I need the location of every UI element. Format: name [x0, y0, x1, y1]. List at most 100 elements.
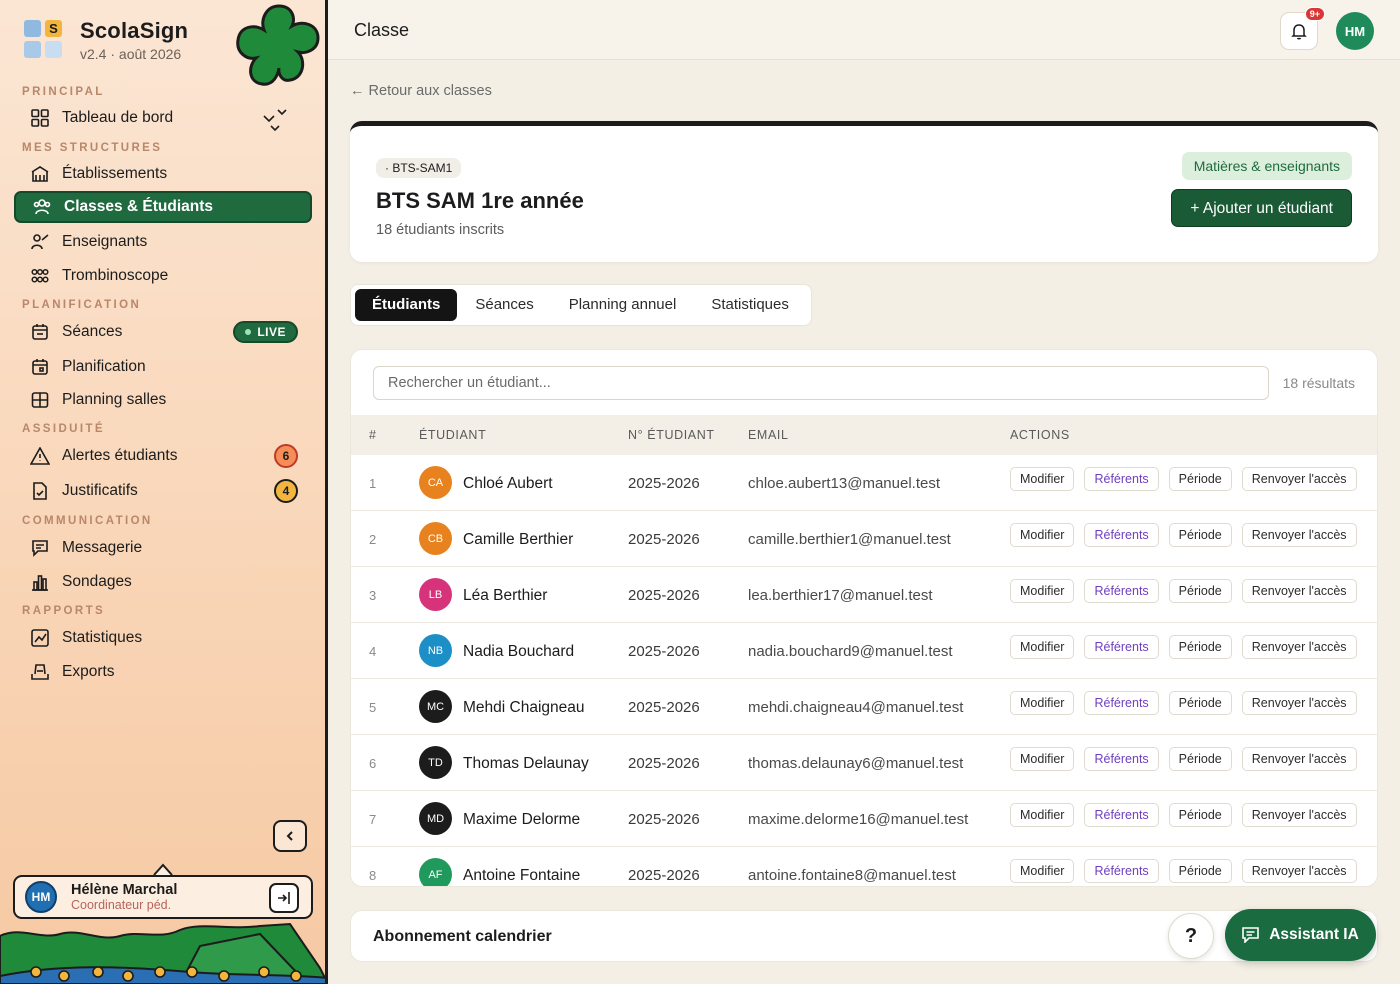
sidebar-item-sondages[interactable]: Sondages — [14, 566, 312, 598]
sidebar-item-seances[interactable]: Séances LIVE — [14, 316, 312, 348]
referents-button[interactable]: Référents — [1084, 803, 1159, 827]
sidebar-item-trombinoscope[interactable]: Trombinoscope — [14, 260, 312, 292]
tab-statistiques[interactable]: Statistiques — [694, 289, 806, 321]
sidebar-item-classes[interactable]: Classes & Étudiants — [14, 191, 312, 223]
student-name[interactable]: Mehdi Chaigneau — [463, 699, 585, 717]
help-button[interactable]: ? — [1168, 913, 1214, 959]
student-search-input[interactable] — [373, 366, 1269, 400]
tab-seances[interactable]: Séances — [458, 289, 550, 321]
resend-access-button[interactable]: Renvoyer l'accès — [1241, 859, 1357, 883]
edit-button[interactable]: Modifier — [1010, 691, 1075, 715]
sidebar-item-messagerie[interactable]: Messagerie — [14, 532, 312, 564]
col-header-email[interactable]: EMAIL — [748, 428, 789, 442]
ai-assistant-label: Assistant IA — [1269, 926, 1359, 943]
tab-planning-annuel[interactable]: Planning annuel — [552, 289, 694, 321]
resend-access-button[interactable]: Renvoyer l'accès — [1241, 579, 1357, 603]
period-button[interactable]: Période — [1168, 691, 1232, 715]
back-to-classes-link[interactable]: ← Retour aux classes — [350, 83, 492, 99]
referents-button[interactable]: Référents — [1084, 747, 1159, 771]
period-button[interactable]: Période — [1168, 523, 1232, 547]
student-id: 2025-2026 — [628, 643, 700, 660]
edit-button[interactable]: Modifier — [1010, 859, 1075, 883]
avatar: CB — [419, 522, 452, 555]
brand[interactable]: S ScolaSign v2.4 · août 2026 — [24, 18, 188, 62]
referents-button[interactable]: Référents — [1084, 635, 1159, 659]
sidebar-item-etablissements[interactable]: Établissements — [14, 158, 312, 190]
period-button[interactable]: Période — [1168, 635, 1232, 659]
student-name[interactable]: Camille Berthier — [463, 531, 573, 549]
referents-button[interactable]: Référents — [1084, 691, 1159, 715]
period-button[interactable]: Période — [1168, 467, 1232, 491]
resend-access-button[interactable]: Renvoyer l'accès — [1241, 747, 1357, 771]
resend-access-button[interactable]: Renvoyer l'accès — [1241, 523, 1357, 547]
student-email: thomas.delaunay6@manuel.test — [748, 755, 964, 772]
sidebar-item-planification[interactable]: Planification — [14, 351, 312, 383]
section-structures: MES STRUCTURES — [22, 142, 163, 154]
period-button[interactable]: Période — [1168, 803, 1232, 827]
sidebar-item-justificatifs[interactable]: Justificatifs 4 — [14, 475, 312, 507]
student-name[interactable]: Chloé Aubert — [463, 475, 553, 493]
ai-assistant-button[interactable]: Assistant IA — [1225, 909, 1376, 961]
student-id: 2025-2026 — [628, 755, 700, 772]
table-row[interactable]: 6 TD Thomas Delaunay 2025-2026 thomas.de… — [351, 735, 1377, 791]
grid-icon — [30, 108, 50, 128]
edit-button[interactable]: Modifier — [1010, 803, 1075, 827]
resend-access-button[interactable]: Renvoyer l'accès — [1241, 691, 1357, 715]
student-name[interactable]: Antoine Fontaine — [463, 867, 580, 885]
sidebar-item-statistiques[interactable]: Statistiques — [14, 622, 312, 654]
student-name[interactable]: Léa Berthier — [463, 587, 547, 605]
student-email: mehdi.chaigneau4@manuel.test — [748, 699, 964, 716]
sidebar-item-alertes[interactable]: Alertes étudiants 6 — [14, 440, 312, 472]
table-row[interactable]: 7 MD Maxime Delorme 2025-2026 maxime.del… — [351, 791, 1377, 847]
app-logo: S — [24, 20, 64, 60]
sidebar-item-label: Enseignants — [62, 233, 148, 250]
table-row[interactable]: 5 MC Mehdi Chaigneau 2025-2026 mehdi.cha… — [351, 679, 1377, 735]
row-actions: Modifier Référents Période Renvoyer l'ac… — [1010, 747, 1367, 771]
resend-access-button[interactable]: Renvoyer l'accès — [1241, 467, 1357, 491]
student-name[interactable]: Maxime Delorme — [463, 811, 580, 829]
col-header-student[interactable]: ÉTUDIANT — [419, 428, 486, 442]
table-row[interactable]: 8 AF Antoine Fontaine 2025-2026 antoine.… — [351, 847, 1377, 886]
resend-access-button[interactable]: Renvoyer l'accès — [1241, 803, 1357, 827]
add-student-button[interactable]: + Ajouter un étudiant — [1171, 189, 1352, 227]
collapse-sidebar-button[interactable] — [273, 820, 307, 852]
period-button[interactable]: Période — [1168, 859, 1232, 883]
resend-access-button[interactable]: Renvoyer l'accès — [1241, 635, 1357, 659]
calendar-subscription-card[interactable]: Abonnement calendrier — [350, 910, 1378, 962]
sidebar-item-planning-salles[interactable]: Planning salles — [14, 384, 312, 416]
chevron-down-icon[interactable] — [262, 108, 290, 134]
subjects-teachers-button[interactable]: Matières & enseignants — [1181, 152, 1352, 180]
table-row[interactable]: 2 CB Camille Berthier 2025-2026 camille.… — [351, 511, 1377, 567]
tab-etudiants[interactable]: Étudiants — [355, 289, 458, 321]
period-button[interactable]: Période — [1168, 747, 1232, 771]
edit-button[interactable]: Modifier — [1010, 635, 1075, 659]
notifications-button[interactable]: 9+ — [1280, 7, 1325, 50]
edit-button[interactable]: Modifier — [1010, 467, 1075, 491]
referents-button[interactable]: Référents — [1084, 859, 1159, 883]
table-row[interactable]: 3 LB Léa Berthier 2025-2026 lea.berthier… — [351, 567, 1377, 623]
section-assiduite: ASSIDUITÉ — [22, 423, 105, 435]
hills-decoration-icon — [0, 922, 325, 984]
edit-button[interactable]: Modifier — [1010, 523, 1075, 547]
rooms-icon — [30, 390, 50, 410]
referents-button[interactable]: Référents — [1084, 579, 1159, 603]
table-row[interactable]: 1 CA Chloé Aubert 2025-2026 chloe.aubert… — [351, 455, 1377, 511]
avatar[interactable]: HM — [1336, 12, 1374, 50]
referents-button[interactable]: Référents — [1084, 467, 1159, 491]
student-name[interactable]: Thomas Delaunay — [463, 755, 589, 773]
sidebar: S ScolaSign v2.4 · août 2026 PRINCIPAL T… — [0, 0, 328, 984]
user-card[interactable]: HM Hélène Marchal Coordinateur péd. — [13, 875, 313, 919]
referents-button[interactable]: Référents — [1084, 523, 1159, 547]
edit-button[interactable]: Modifier — [1010, 579, 1075, 603]
logout-button[interactable] — [269, 883, 299, 913]
edit-button[interactable]: Modifier — [1010, 747, 1075, 771]
calendar-check-icon — [30, 322, 50, 342]
calendar-subscription-title: Abonnement calendrier — [373, 928, 552, 945]
period-button[interactable]: Période — [1168, 579, 1232, 603]
col-header-student-id[interactable]: N° ÉTUDIANT — [628, 428, 715, 442]
class-student-count: 18 étudiants inscrits — [376, 222, 505, 238]
sidebar-item-exports[interactable]: Exports — [14, 656, 312, 688]
table-row[interactable]: 4 NB Nadia Bouchard 2025-2026 nadia.bouc… — [351, 623, 1377, 679]
student-name[interactable]: Nadia Bouchard — [463, 643, 574, 661]
sidebar-item-enseignants[interactable]: Enseignants — [14, 226, 312, 258]
